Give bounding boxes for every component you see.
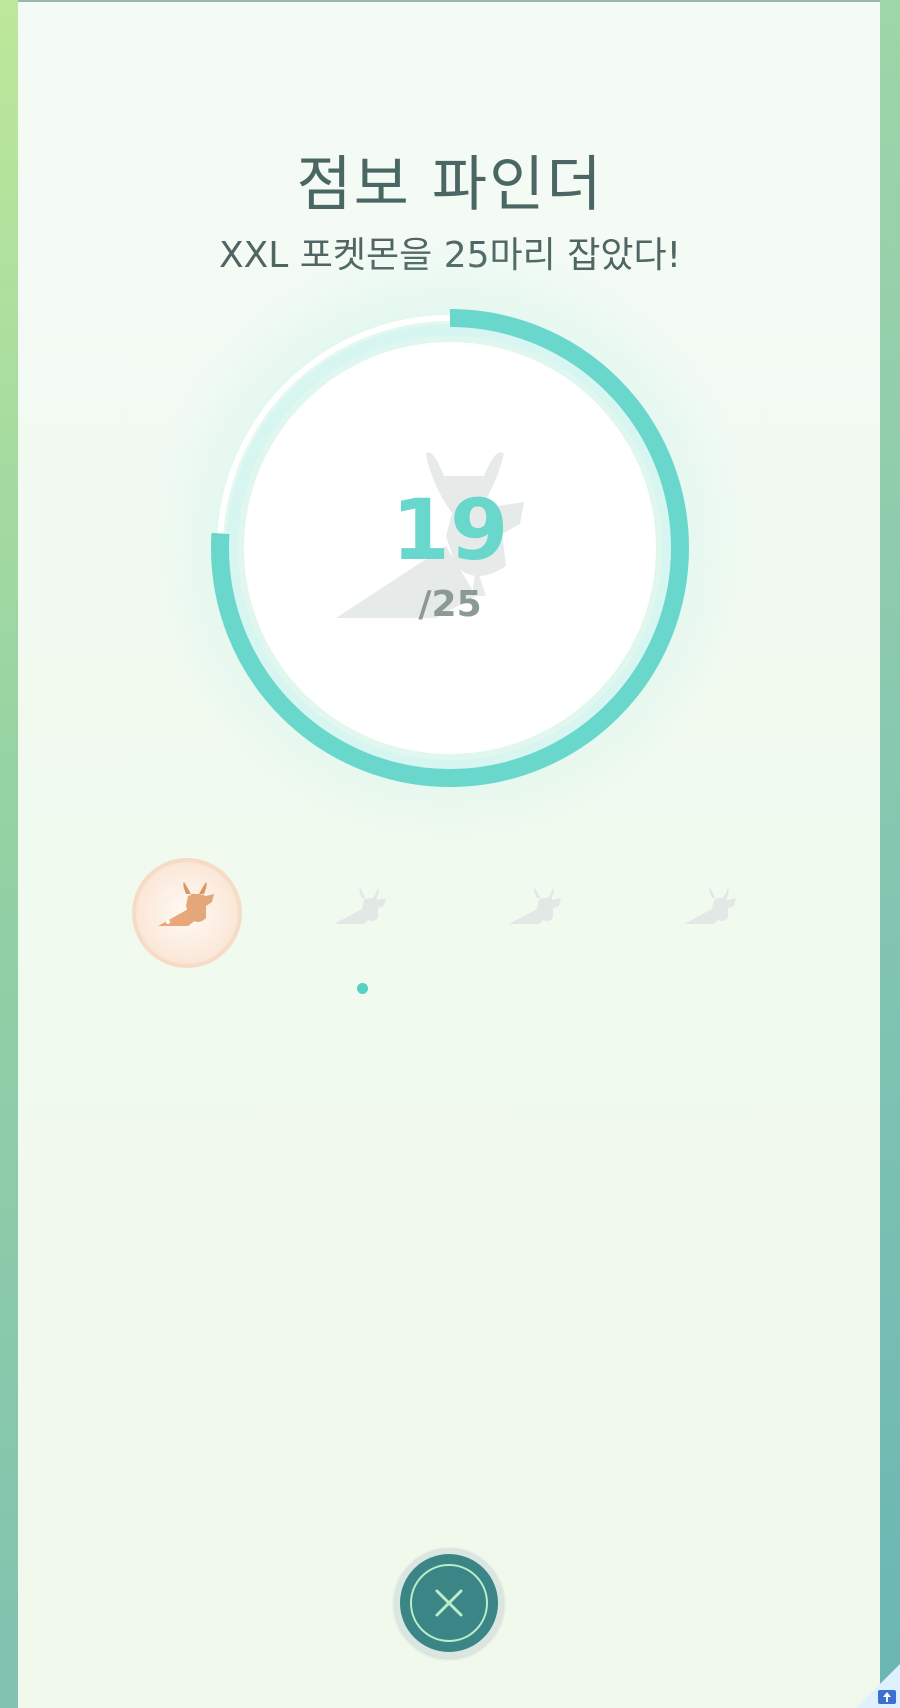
- pikachu-silhouette-icon: [684, 888, 736, 924]
- selected-tier-indicator: [357, 983, 368, 994]
- pikachu-silhouette-icon: [334, 888, 386, 924]
- medal-tier-silver[interactable]: [320, 858, 430, 968]
- corner-badge-icon: [856, 1664, 900, 1708]
- close-button-ring: [410, 1564, 488, 1642]
- medal-tier-platinum[interactable]: [670, 858, 780, 968]
- close-button-face: [400, 1554, 498, 1652]
- progress-count: 19: [391, 481, 509, 579]
- progress-total: /25: [418, 584, 482, 625]
- medal-tier-row: [0, 858, 900, 968]
- medal-tier-gold[interactable]: [495, 858, 605, 968]
- close-icon: [435, 1589, 463, 1617]
- close-button[interactable]: [394, 1548, 504, 1658]
- medal-title: 점보 파인더: [296, 150, 604, 220]
- medal-tier-bronze[interactable]: [132, 858, 242, 968]
- pikachu-silhouette-icon: [158, 882, 214, 926]
- pikachu-silhouette-icon: [509, 888, 561, 924]
